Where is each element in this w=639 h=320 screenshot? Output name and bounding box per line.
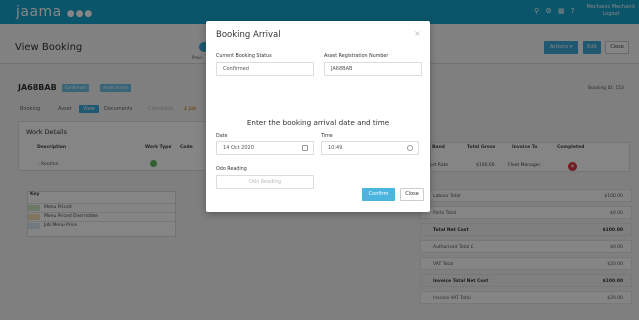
odo-reading-input[interactable]: Odo Reading (216, 175, 314, 189)
dialog-title: Booking Arrival (216, 30, 281, 40)
booking-arrival-dialog: Booking Arrival × Current Booking Status… (206, 21, 430, 212)
asset-registration-field[interactable]: JA68BAB (324, 62, 422, 76)
date-value: 14 Oct 2020 (223, 145, 254, 151)
arrival-instruction: Enter the booking arrival date and time (246, 118, 390, 127)
confirm-button[interactable]: Confirm (362, 188, 395, 201)
asset-reg-label: Asset Registration Number (324, 54, 389, 59)
close-icon[interactable]: × (414, 29, 421, 38)
time-value: 10:49 (328, 145, 343, 151)
time-field[interactable]: 10:49 (321, 141, 419, 155)
date-label: Date (216, 134, 228, 139)
calendar-icon[interactable] (302, 145, 308, 151)
dialog-close-button[interactable]: Close (400, 188, 424, 201)
clock-icon[interactable] (407, 145, 413, 151)
odo-label: Odo Reading (216, 167, 247, 172)
time-label: Time (321, 134, 333, 139)
date-field[interactable]: 14 Oct 2020 (216, 141, 314, 155)
status-label: Current Booking Status (216, 54, 272, 59)
booking-status-field[interactable]: Confirmed (216, 62, 314, 76)
